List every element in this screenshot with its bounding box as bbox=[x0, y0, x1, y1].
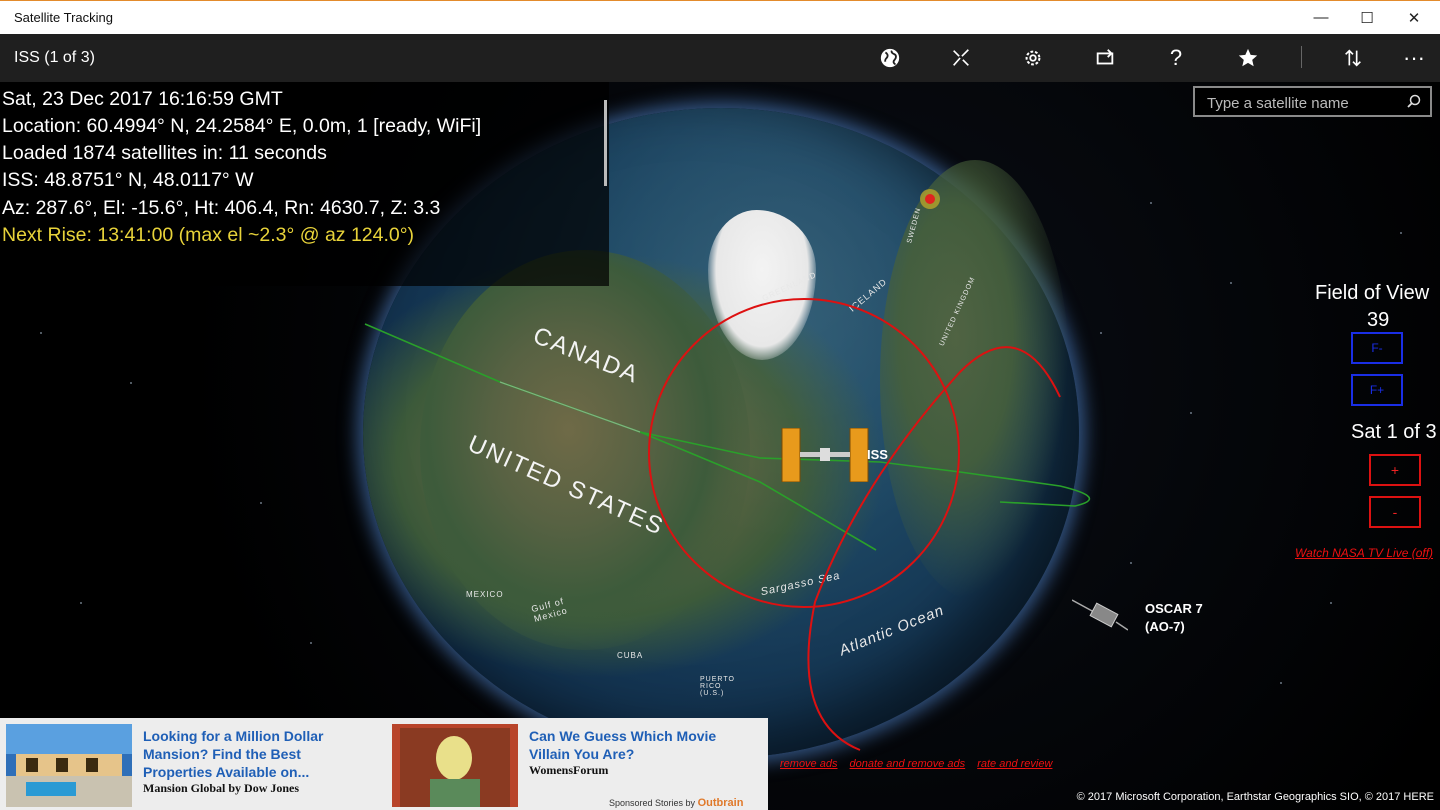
field-of-view-label: Field of View bbox=[1315, 282, 1430, 304]
help-icon[interactable]: ? bbox=[1153, 34, 1199, 82]
toolbar-separator bbox=[1301, 46, 1302, 68]
ad-banner: Looking for a Million Dollar Mansion? Fi… bbox=[0, 718, 768, 810]
donate-link[interactable]: donate and remove ads bbox=[850, 758, 966, 770]
info-az-el: Az: 287.6°, El: -15.6°, Ht: 406.4, Rn: 4… bbox=[2, 197, 441, 219]
ad-source-villain: WomensForum bbox=[529, 763, 609, 777]
title-bar: Satellite Tracking — ☐ ✕ bbox=[0, 0, 1440, 34]
sort-icon[interactable] bbox=[1330, 34, 1376, 82]
info-datetime: Sat, 23 Dec 2017 16:16:59 GMT bbox=[2, 88, 283, 110]
ad-title-mansion[interactable]: Looking for a Million Dollar Mansion? Fi… bbox=[143, 727, 368, 781]
fov-increase-button[interactable]: F+ bbox=[1351, 374, 1403, 406]
info-scrollbar[interactable] bbox=[604, 100, 607, 186]
maximize-button[interactable]: ☐ bbox=[1344, 1, 1390, 34]
info-next-rise: Next Rise: 13:41:00 (max el ~2.3° @ az 1… bbox=[2, 224, 415, 246]
fov-decrease-button[interactable]: F- bbox=[1351, 332, 1403, 364]
satellite-search-box[interactable] bbox=[1193, 86, 1432, 117]
ad-image-villain[interactable] bbox=[392, 724, 518, 807]
info-iss-position: ISS: 48.8751° N, 48.0117° W bbox=[2, 169, 254, 191]
info-loaded: Loaded 1874 satellites in: 11 seconds bbox=[2, 142, 327, 164]
settings-icon[interactable] bbox=[1010, 34, 1056, 82]
previous-satellite-button[interactable]: - bbox=[1369, 496, 1421, 528]
window-title: Satellite Tracking bbox=[14, 10, 113, 25]
satellite-title: ISS (1 of 3) bbox=[14, 49, 95, 66]
minimize-button[interactable]: — bbox=[1298, 1, 1344, 34]
bottom-links: remove ads donate and remove ads rate an… bbox=[780, 758, 1061, 770]
satellite-search-input[interactable] bbox=[1205, 92, 1409, 114]
map-copyright: © 2017 Microsoft Corporation, Earthstar … bbox=[1076, 791, 1434, 803]
oscar-satellite-icon[interactable] bbox=[1072, 598, 1128, 632]
iss-satellite-icon[interactable] bbox=[780, 428, 870, 482]
globe-icon[interactable] bbox=[867, 34, 913, 82]
oscar-visibility-arc bbox=[807, 346, 1061, 751]
ad-title-villain[interactable]: Can We Guess Which Movie Villain You Are… bbox=[529, 727, 754, 763]
app-window: Satellite Tracking — ☐ ✕ ISS (1 of 3) ? … bbox=[0, 0, 1440, 810]
sponsored-prefix: Sponsored Stories by bbox=[609, 798, 696, 808]
iss-ground-track bbox=[364, 323, 1091, 507]
sponsored-stories[interactable]: Sponsored Stories by Outbrain bbox=[609, 797, 743, 809]
nasa-tv-link[interactable]: Watch NASA TV Live (off) bbox=[1295, 546, 1433, 560]
next-satellite-button[interactable]: + bbox=[1369, 454, 1421, 486]
rate-review-link[interactable]: rate and review bbox=[977, 758, 1052, 770]
outbrain-logo: Outbrain bbox=[697, 797, 744, 809]
satellite-count-label: Sat 1 of 3 bbox=[1351, 421, 1437, 443]
iss-label: ISS bbox=[867, 447, 888, 462]
app-bar: ISS (1 of 3) ? ··· bbox=[0, 34, 1440, 82]
more-icon[interactable]: ··· bbox=[1391, 34, 1437, 82]
remove-ads-link[interactable]: remove ads bbox=[780, 758, 837, 770]
favorite-icon[interactable] bbox=[1225, 34, 1271, 82]
close-button[interactable]: ✕ bbox=[1391, 1, 1437, 34]
border-line bbox=[499, 381, 641, 433]
rotate-icon[interactable] bbox=[1082, 34, 1128, 82]
observer-location-marker bbox=[925, 194, 935, 204]
oscar-label-line1: OSCAR 7 bbox=[1145, 601, 1203, 616]
ad-source-mansion: Mansion Global by Dow Jones bbox=[143, 781, 300, 795]
track-icon[interactable] bbox=[938, 34, 984, 82]
field-of-view-value: 39 bbox=[1367, 309, 1390, 331]
oscar-label-line2: (AO-7) bbox=[1145, 619, 1185, 634]
ad-image-mansion[interactable] bbox=[6, 724, 132, 807]
search-icon[interactable] bbox=[1406, 93, 1422, 109]
info-location: Location: 60.4994° N, 24.2584° E, 0.0m, … bbox=[2, 115, 482, 137]
